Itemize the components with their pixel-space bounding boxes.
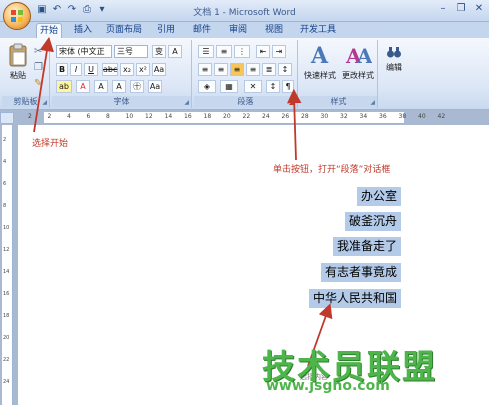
- arrow-to-paragraph-launcher: [287, 88, 302, 161]
- arrow-to-home-tab: [33, 36, 54, 133]
- office-button[interactable]: [3, 2, 31, 30]
- word-window: 文档 1 - Microsoft Word ▣ ↶ ↷ ⎙ ▾ – ❐ ✕ 开始…: [0, 0, 489, 405]
- watermark-url: www.jsgho.com: [266, 378, 390, 394]
- office-logo-icon: [11, 10, 23, 22]
